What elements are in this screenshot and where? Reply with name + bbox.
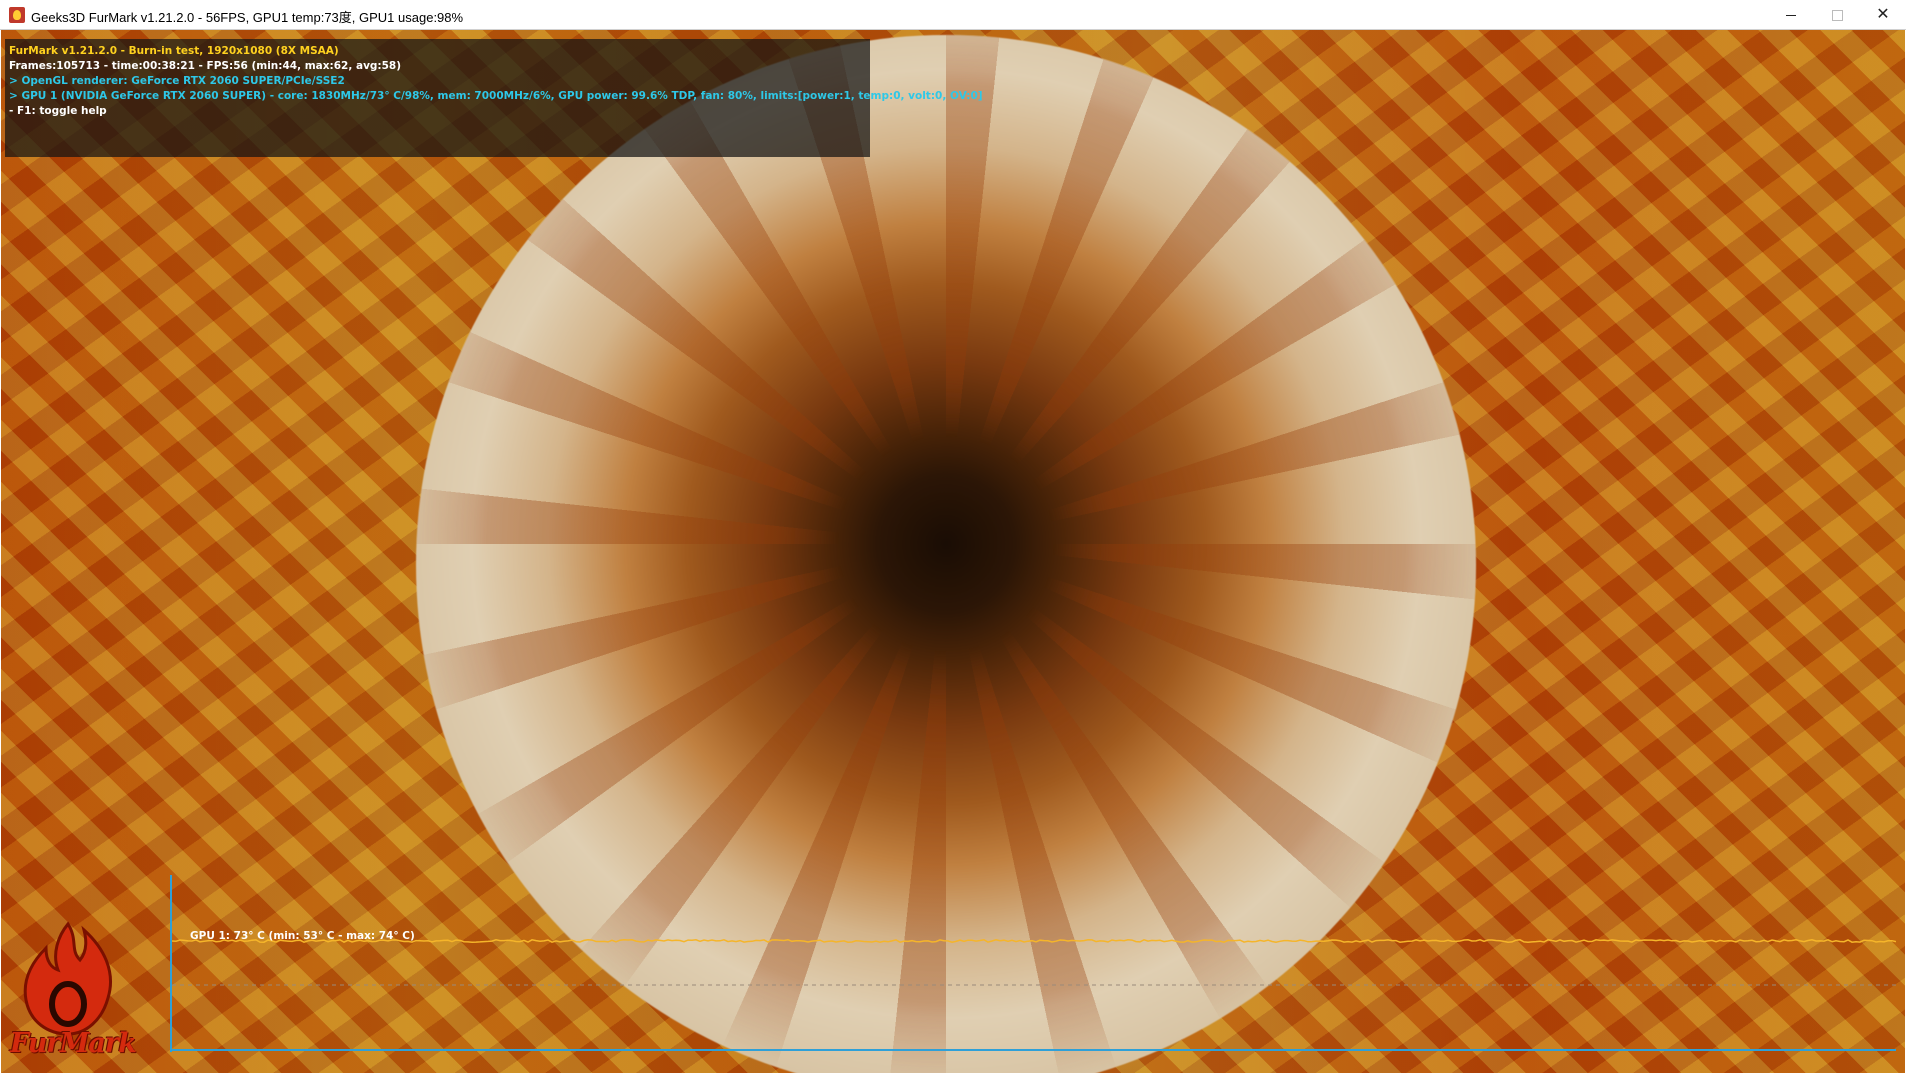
- furmark-flame-logo: [23, 921, 112, 1036]
- osd-stats-panel: FurMark v1.21.2.0 - Burn-in test, 1920x1…: [5, 39, 983, 157]
- furmark-app-icon[interactable]: [9, 7, 25, 23]
- furmark-logo: FurMark: [8, 920, 158, 1070]
- close-icon: ✕: [1876, 6, 1890, 23]
- window-titlebar: Geeks3D FurMark v1.21.2.0 - 56FPS, GPU1 …: [0, 0, 1906, 30]
- osd-title-line: FurMark v1.21.2.0 - Burn-in test, 1920x1…: [9, 45, 339, 57]
- temp-graph-y-axis: [170, 875, 172, 1052]
- maximize-icon: [1831, 9, 1843, 21]
- temp-graph-svg: [171, 938, 1896, 986]
- osd-help-line: - F1: toggle help: [9, 105, 107, 117]
- temp-graph-label: GPU 1: 73° C (min: 53° C - max: 74° C): [190, 930, 415, 942]
- gpu-temp-graph: GPU 1: 73° C (min: 53° C - max: 74° C): [170, 875, 1896, 1052]
- temp-graph-line: [171, 938, 1896, 944]
- osd-renderer-line: > OpenGL renderer: GeForce RTX 2060 SUPE…: [9, 75, 345, 87]
- window-title: Geeks3D FurMark v1.21.2.0 - 56FPS, GPU1 …: [31, 10, 464, 25]
- osd-frames-line: Frames:105713 - time:00:38:21 - FPS:56 (…: [9, 60, 402, 72]
- minimize-icon: [1786, 14, 1796, 16]
- maximize-button: [1814, 0, 1860, 30]
- furmark-logo-text: FurMark: [10, 1028, 137, 1059]
- temp-graph-x-axis: [170, 1049, 1896, 1051]
- osd-gpu-line: > GPU 1 (NVIDIA GeForce RTX 2060 SUPER) …: [9, 90, 983, 102]
- close-button[interactable]: ✕: [1860, 0, 1906, 30]
- minimize-button[interactable]: [1768, 0, 1814, 30]
